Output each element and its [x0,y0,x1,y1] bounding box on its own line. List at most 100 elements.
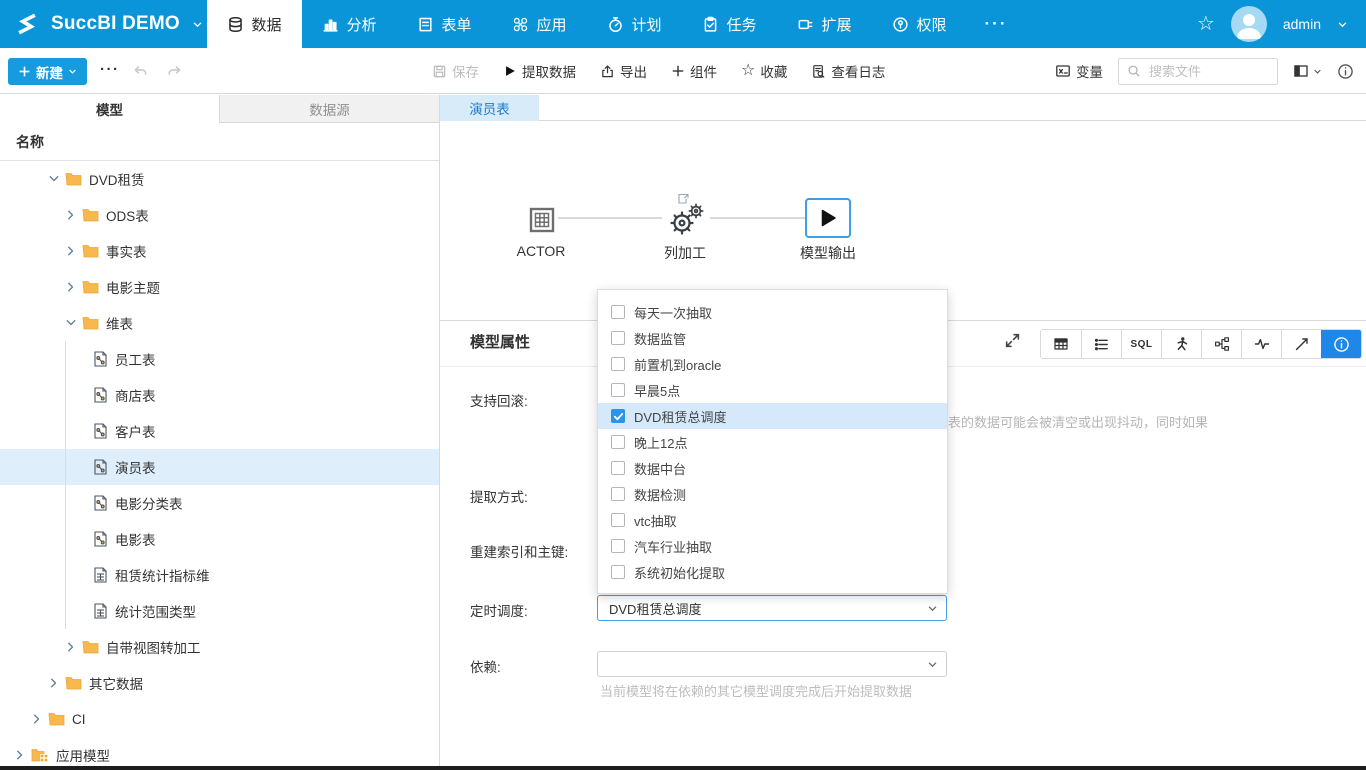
dropdown-option-早晨5点[interactable]: 早晨5点 [598,377,947,403]
variable-button[interactable]: 变量 [1055,61,1103,81]
search-input[interactable] [1147,63,1261,80]
dropdown-option-数据监管[interactable]: 数据监管 [598,325,947,351]
checkbox[interactable] [611,539,625,553]
chevron-right-icon[interactable] [65,281,77,293]
tree-item-电影分类表[interactable]: 电影分类表 [0,485,439,521]
component-button[interactable]: 组件 [671,61,717,81]
chevron-right-icon[interactable] [65,209,77,221]
chevron-right-icon[interactable] [65,245,77,257]
tree-item-员工表[interactable]: 员工表 [0,341,439,377]
nav-item-扩展[interactable]: 扩展 [777,0,872,48]
dropdown-option-前置机到oracle[interactable]: 前置机到oracle [598,351,947,377]
checkbox[interactable] [611,409,625,423]
checkbox[interactable] [611,565,625,579]
checkbox[interactable] [611,305,625,319]
tree-item-自带视图转加工[interactable]: 自带视图转加工 [0,629,439,665]
chevron-right-icon[interactable] [65,641,77,653]
checkbox[interactable] [611,487,625,501]
table-node-icon[interactable] [529,207,555,233]
nav-item-应用[interactable]: 应用 [492,0,587,48]
username[interactable]: admin [1283,16,1321,32]
tree-item-事实表[interactable]: 事实表 [0,233,439,269]
depend-select[interactable] [597,651,947,677]
undo-icon[interactable] [132,63,149,80]
tree-item-ODS表[interactable]: ODS表 [0,197,439,233]
checkbox[interactable] [611,435,625,449]
succbi-logo-icon [13,10,41,38]
dropdown-option-数据中台[interactable]: 数据中台 [598,455,947,481]
toolbar-more-button[interactable]: ··· [100,61,120,78]
search-icon [1127,64,1141,78]
gear-node-icon[interactable] [665,198,709,238]
tree-item-电影表[interactable]: 电影表 [0,521,439,557]
chevron-down-icon[interactable] [48,173,60,185]
brand[interactable]: SuccBI DEMO [0,10,207,38]
dropdown-option-每天一次抽取[interactable]: 每天一次抽取 [598,299,947,325]
view-log-button[interactable]: 查看日志 [811,61,885,81]
checkbox[interactable] [611,357,625,371]
avatar[interactable] [1231,6,1267,42]
tree-item-维表[interactable]: 维表 [0,305,439,341]
dropdown-option-vtc抽取[interactable]: vtc抽取 [598,507,947,533]
relation-graph-button[interactable] [1201,330,1241,358]
export-button[interactable]: 导出 [600,61,647,81]
schedule-select[interactable]: DVD租赁总调度 [597,595,947,621]
chevron-down-icon[interactable] [1337,19,1348,30]
new-button[interactable]: 新建 [8,58,87,85]
tree-item-租赁统计指标维[interactable]: 租赁统计指标维 [0,557,439,593]
sql-view-button[interactable]: SQL [1121,330,1161,358]
nav-item-表单[interactable]: 表单 [397,0,492,48]
tree-item-其它数据[interactable]: 其它数据 [0,665,439,701]
dropdown-option-系统初始化提取[interactable]: 系统初始化提取 [598,559,947,585]
tree-item-统计范围类型[interactable]: 统计范围类型 [0,593,439,629]
flow-connector [710,217,805,219]
checkbox[interactable] [611,383,625,397]
favorite-star-icon[interactable]: ☆ [1197,14,1215,34]
nav-item-计划[interactable]: 计划 [587,0,682,48]
tree-item-商店表[interactable]: 商店表 [0,377,439,413]
play-icon [503,64,517,78]
tab-model[interactable]: 模型 [0,95,219,123]
checkbox[interactable] [611,513,625,527]
dropdown-option-晚上12点[interactable]: 晚上12点 [598,429,947,455]
chevron-right-icon[interactable] [48,677,60,689]
tree-item-CI[interactable]: CI [0,701,439,737]
checkbox[interactable] [611,331,625,345]
search-box[interactable] [1118,58,1278,85]
dropdown-option-汽车行业抽取[interactable]: 汽车行业抽取 [598,533,947,559]
list-view-button[interactable] [1081,330,1121,358]
favorite-button[interactable]: ☆ 收藏 [741,61,787,81]
chevron-down-icon[interactable] [65,317,77,329]
layout-toggle-button[interactable] [1293,63,1322,79]
save-button[interactable]: 保存 [432,61,479,81]
nav-more-button[interactable]: ··· [967,14,1025,34]
nav-item-权限[interactable]: 权限 [872,0,967,48]
tree-item-演员表[interactable]: 演员表 [0,449,439,485]
expand-icon[interactable] [1004,332,1021,349]
trend-button[interactable] [1281,330,1321,358]
nav-item-任务[interactable]: 任务 [682,0,777,48]
variable-icon [1055,63,1071,79]
dropdown-option-DVD租赁总调度[interactable]: DVD租赁总调度 [598,403,947,429]
table-view-button[interactable] [1041,330,1081,358]
pulse-button[interactable] [1241,330,1281,358]
tree-item-电影主题[interactable]: 电影主题 [0,269,439,305]
tab-actor-table[interactable]: 演员表 [440,95,539,121]
redo-icon[interactable] [166,63,183,80]
info-button[interactable] [1321,330,1361,358]
lineage-button[interactable] [1161,330,1201,358]
chevron-right-icon[interactable] [14,749,26,761]
tab-datasource[interactable]: 数据源 [219,95,439,122]
panel-title: 模型属性 [470,331,530,352]
extract-data-button[interactable]: 提取数据 [503,61,576,81]
checkbox[interactable] [611,461,625,475]
dropdown-option-数据检测[interactable]: 数据检测 [598,481,947,507]
nav-item-分析[interactable]: 分析 [302,0,397,48]
tree-item-客户表[interactable]: 客户表 [0,413,439,449]
nav-item-数据[interactable]: 数据 [207,0,302,48]
top-navigation-bar: SuccBI DEMO 数据分析表单应用计划任务扩展权限 ··· ☆ admin [0,0,1366,48]
tree-item-DVD租赁[interactable]: DVD租赁 [0,161,439,197]
chevron-right-icon[interactable] [31,713,43,725]
info-icon[interactable] [1337,63,1354,80]
model-output-node[interactable] [805,198,851,238]
